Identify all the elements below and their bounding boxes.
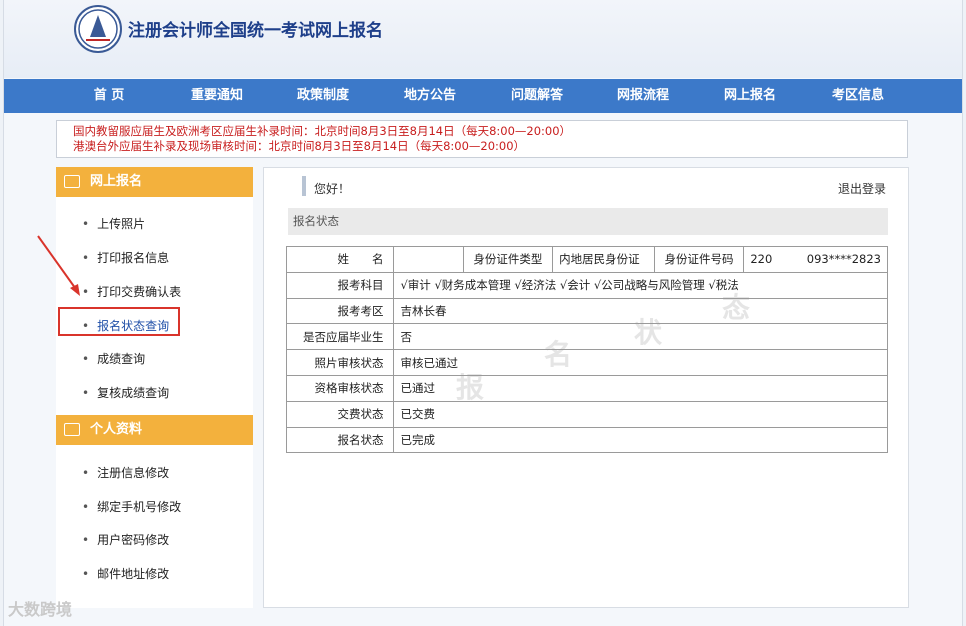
nav-notices[interactable]: 重要通知 <box>172 79 262 113</box>
monitor-icon <box>64 175 80 188</box>
watermark-char: 态 <box>722 291 751 324</box>
sidebar-section-registration: 网上报名 <box>56 167 253 197</box>
sidebar-item-upload-photo[interactable]: 上传照片 <box>82 215 145 232</box>
sidebar-item-score-query[interactable]: 成绩查询 <box>82 350 145 367</box>
sidebar-item-review-score[interactable]: 复核成绩查询 <box>82 384 169 401</box>
table-row: 报名状态 已完成 <box>285 426 888 454</box>
nav-home[interactable]: 首 页 <box>64 79 154 113</box>
row-value: 已完成 <box>393 426 888 454</box>
row-label: 资格审核状态 <box>285 374 395 402</box>
row-label: 交费状态 <box>285 400 395 428</box>
sidebar-item-edit-password[interactable]: 用户密码修改 <box>82 531 169 548</box>
greeting: 您好！ <box>314 182 351 196</box>
watermark-char: 报 <box>456 371 485 404</box>
nav-faq[interactable]: 问题解答 <box>492 79 582 113</box>
status-table: 姓 名 身份证件类型 内地居民身份证 身份证件号码 220 093****282… <box>285 246 888 454</box>
table-row: 报考科目 √审计 √财务成本管理 √经济法 √会计 √公司战略与风险管理 √税法 <box>285 271 888 299</box>
row-label: 照片审核状态 <box>285 349 395 376</box>
sidebar-item-edit-email[interactable]: 邮件地址修改 <box>82 565 169 582</box>
notice-line: 港澳台外应届生补录及现场审核时间：北京时间8月3日至8月14日（每天8:00—2… <box>73 139 526 153</box>
table-row: 报考考区 吉林长春 <box>285 297 888 325</box>
table-row: 是否应届毕业生 否 <box>285 323 888 351</box>
nav-policy[interactable]: 政策制度 <box>278 79 368 113</box>
site-title: 注册会计师全国统一考试网上报名 <box>128 21 383 41</box>
sidebar-section-personal: 个人资料 <box>56 415 253 445</box>
notice-box: 国内教留服应届生及欧洲考区应届生补录时间：北京时间8月3日至8月14日（每天8:… <box>56 120 908 158</box>
cicpa-logo <box>74 5 122 53</box>
id-number-value: 220 093****2823 <box>743 246 888 273</box>
nav-exam-area[interactable]: 考区信息 <box>813 79 903 113</box>
row-label: 报考科目 <box>285 271 395 299</box>
site-header: 注册会计师全国统一考试网上报名 <box>4 0 962 78</box>
highlight-annotation <box>58 307 180 336</box>
table-row: 资格审核状态 已通过 <box>285 374 888 402</box>
sidebar-item-print-info[interactable]: 打印报名信息 <box>82 249 169 266</box>
id-card-icon <box>64 423 80 436</box>
row-value: √审计 √财务成本管理 √经济法 √会计 √公司战略与风险管理 √税法 <box>393 271 888 299</box>
main-content: 您好！ 退出登录 报名状态 姓 名 身份证件类型 内地居民身份证 身份证件号码 … <box>263 167 909 608</box>
nav-local-announcements[interactable]: 地方公告 <box>385 79 475 113</box>
section-title: 报名状态 <box>288 208 888 235</box>
logout-link[interactable]: 退出登录 <box>838 180 886 197</box>
notice-line: 国内教留服应届生及欧洲考区应届生补录时间：北京时间8月3日至8月14日（每天8:… <box>73 124 572 138</box>
sidebar-section-title: 网上报名 <box>90 174 143 189</box>
brand-watermark: 大数跨境 <box>8 600 73 619</box>
sidebar-item-print-payment[interactable]: 打印交费确认表 <box>82 283 181 300</box>
greeting-marker <box>302 176 306 196</box>
id-type-label: 身份证件类型 <box>462 246 554 273</box>
name-value <box>393 246 464 273</box>
table-row: 姓 名 身份证件类型 内地居民身份证 身份证件号码 220 093****282… <box>285 246 888 273</box>
sidebar-item-edit-registration[interactable]: 注册信息修改 <box>82 464 169 481</box>
watermark-char: 状 <box>634 316 663 349</box>
sidebar-item-edit-phone[interactable]: 绑定手机号修改 <box>82 498 181 515</box>
table-row: 照片审核状态 审核已通过 <box>285 349 888 376</box>
main-nav: 首 页 重要通知 政策制度 地方公告 问题解答 网报流程 网上报名 考区信息 <box>4 79 962 113</box>
row-label: 是否应届毕业生 <box>285 323 395 351</box>
row-label: 报名状态 <box>285 426 395 454</box>
row-label: 报考考区 <box>285 297 395 325</box>
id-type-value: 内地居民身份证 <box>552 246 655 273</box>
annotation-arrow-icon <box>37 235 80 296</box>
table-row: 交费状态 已交费 <box>285 400 888 428</box>
watermark-char: 名 <box>544 338 573 371</box>
nav-process[interactable]: 网报流程 <box>598 79 688 113</box>
sidebar-section-title: 个人资料 <box>90 422 143 437</box>
nav-online-registration[interactable]: 网上报名 <box>705 79 795 113</box>
logo-emblem-icon <box>78 9 118 49</box>
name-label: 姓 名 <box>285 246 395 273</box>
id-number-label: 身份证件号码 <box>653 246 745 273</box>
